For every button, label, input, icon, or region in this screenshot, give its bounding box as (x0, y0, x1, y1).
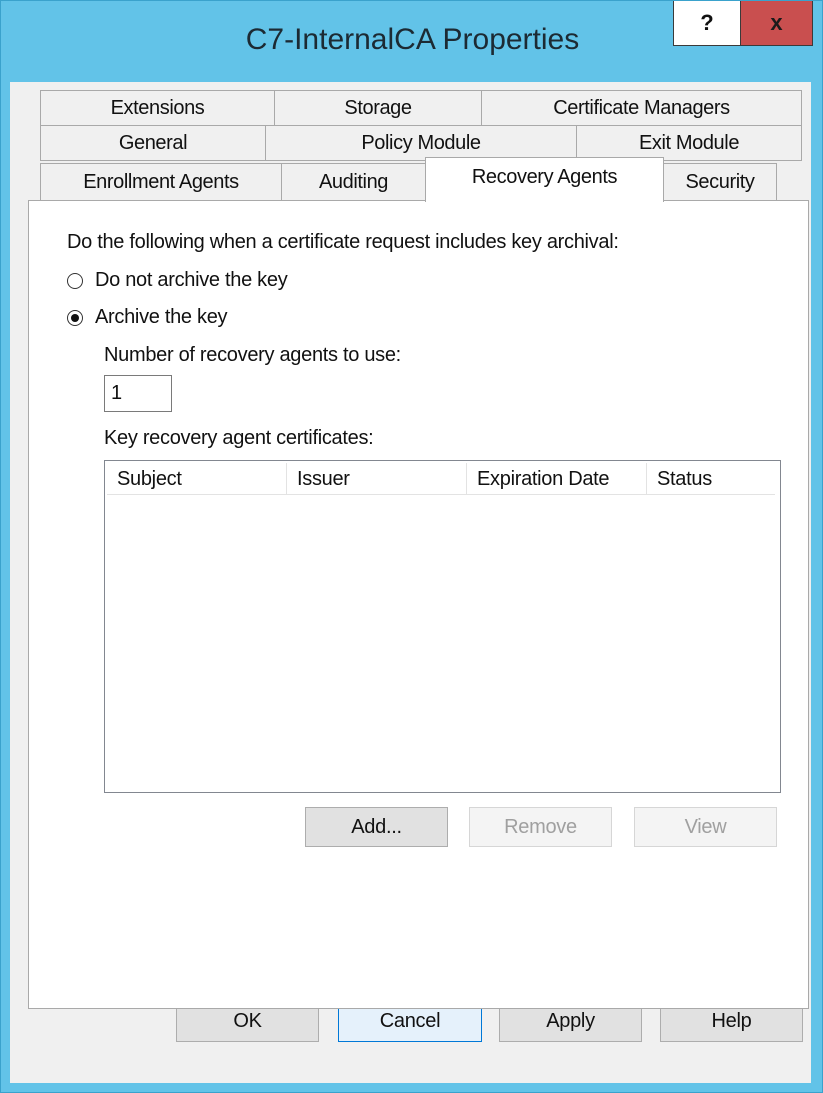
agents-count-label: Number of recovery agents to use: (104, 344, 401, 366)
add-button[interactable]: Add... (305, 807, 448, 847)
certificates-label: Key recovery agent certificates: (104, 427, 374, 449)
radio-selected-dot (71, 314, 79, 322)
agents-count-input[interactable] (104, 375, 172, 412)
column-header-expiration-date[interactable]: Expiration Date (467, 463, 647, 495)
column-header-status[interactable]: Status (647, 463, 775, 495)
archive-key-label[interactable]: Archive the key (95, 306, 228, 329)
tab-exit-module[interactable]: Exit Module (576, 125, 802, 161)
do-not-archive-label[interactable]: Do not archive the key (95, 269, 288, 292)
tab-security[interactable]: Security (663, 163, 777, 201)
help-title-button[interactable]: ? (673, 1, 741, 46)
tab-general[interactable]: General (40, 125, 266, 161)
recovery-agent-certificates-list[interactable]: Subject Issuer Expiration Date Status (104, 460, 781, 793)
view-button[interactable]: View (634, 807, 777, 847)
do-not-archive-radio[interactable] (67, 273, 83, 289)
tab-recovery-agents[interactable]: Recovery Agents (425, 157, 664, 202)
tab-auditing[interactable]: Auditing (281, 163, 426, 201)
close-button[interactable]: x (741, 1, 813, 46)
tab-certificate-managers[interactable]: Certificate Managers (481, 90, 802, 126)
title-bar[interactable]: C7-InternalCA Properties ? x (1, 1, 822, 83)
tab-enrollment-agents[interactable]: Enrollment Agents (40, 163, 282, 201)
tab-policy-module[interactable]: Policy Module (265, 125, 577, 161)
column-header-issuer[interactable]: Issuer (287, 463, 467, 495)
tab-extensions[interactable]: Extensions (40, 90, 275, 126)
column-header-subject[interactable]: Subject (107, 463, 287, 495)
archive-key-radio[interactable] (67, 310, 83, 326)
remove-button[interactable]: Remove (469, 807, 612, 847)
recovery-agents-panel: Do the following when a certificate requ… (28, 200, 809, 1009)
tab-storage[interactable]: Storage (274, 90, 482, 126)
key-archival-prompt: Do the following when a certificate requ… (67, 231, 619, 253)
